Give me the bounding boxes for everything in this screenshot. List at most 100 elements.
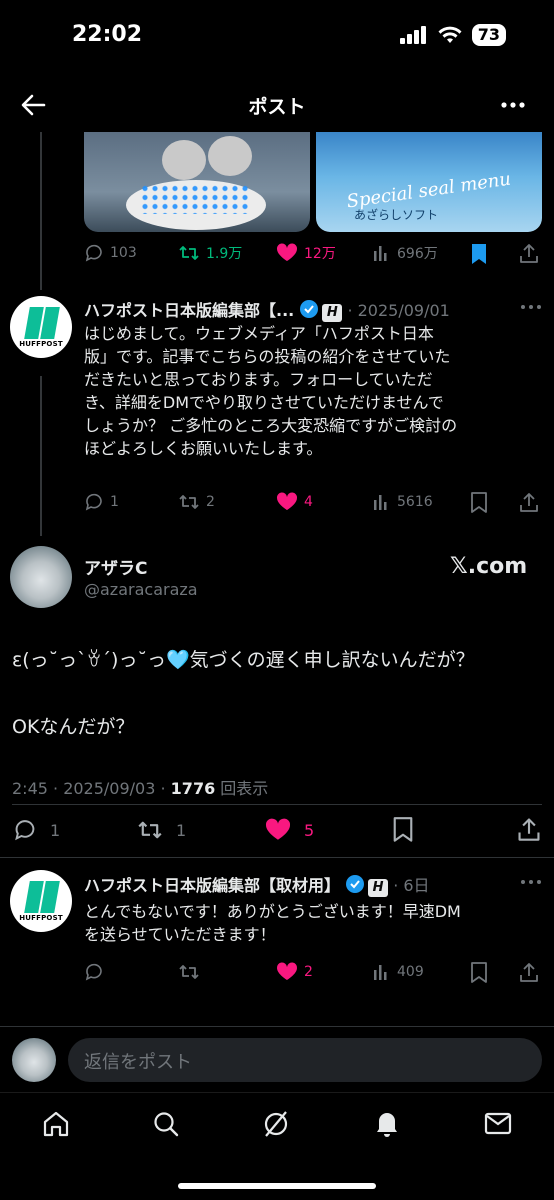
repost-icon — [179, 246, 199, 260]
like-button[interactable]: 2 — [276, 962, 313, 982]
verified-badge-icon — [346, 875, 365, 893]
reply-count: 103 — [110, 245, 137, 261]
tweet-text: はじめまして。ウェブメディア「ハフポスト日本 版」です。記事でこちらの投稿の紹介… — [84, 322, 544, 460]
tweet-header: ハフポスト日本版編集部【取材用】 H · 6日 — [84, 872, 514, 897]
verified-badge-icon — [300, 300, 319, 318]
heart-filled-icon — [276, 243, 298, 261]
avatar[interactable]: HUFFPOST — [10, 296, 72, 358]
home-indicator — [178, 1183, 376, 1189]
search-icon[interactable] — [152, 1110, 180, 1138]
author-name[interactable]: ハフポスト日本版編集部【... — [84, 301, 294, 320]
view-count: 409 — [397, 964, 424, 980]
like-count: 12万 — [304, 246, 336, 262]
home-icon[interactable] — [42, 1110, 70, 1138]
views-button[interactable]: 5616 — [373, 492, 433, 512]
menu-item-name: あざらしソフト — [354, 208, 439, 222]
like-button[interactable]: 5 — [264, 818, 314, 842]
views-button[interactable]: 696万 — [373, 243, 438, 263]
reply-icon — [15, 820, 35, 841]
bookmark-filled-icon[interactable] — [470, 243, 488, 265]
more-options-icon[interactable] — [500, 92, 526, 118]
reply-button[interactable] — [84, 962, 110, 982]
views-button[interactable]: 409 — [373, 962, 424, 982]
author-name[interactable]: アザラC — [84, 554, 147, 579]
reply-count: 1 — [50, 820, 61, 840]
reply-button[interactable]: 103 — [84, 243, 137, 263]
notifications-icon[interactable] — [372, 1108, 402, 1138]
post-image-menu[interactable]: Special seal menu あざらしソフト — [316, 132, 542, 232]
views-label: 回表示 — [215, 779, 269, 798]
bookmark-icon[interactable] — [470, 962, 488, 984]
reply-button[interactable]: 1 — [12, 818, 60, 842]
page-title: ポスト — [248, 96, 306, 118]
author-handle[interactable]: @azaracaraza — [84, 580, 198, 599]
share-icon[interactable] — [519, 491, 539, 513]
post-metadata: 2:45 · 2025/09/03 · 1776 回表示 — [12, 775, 268, 799]
text-line: を送らせていただきます！ — [84, 925, 276, 944]
avatar[interactable]: HUFFPOST — [10, 870, 72, 932]
tweet-text: ε(っ˘っ`ꈊ´)っ˘っ🩵気づくの遅く申し訳ないんだが？ — [12, 649, 475, 671]
heart-filled-icon — [276, 492, 298, 510]
grok-icon[interactable] — [262, 1110, 290, 1138]
repost-icon — [138, 821, 162, 839]
bookmark-icon[interactable] — [392, 817, 414, 843]
share-icon[interactable] — [519, 242, 539, 264]
reply-icon — [85, 963, 102, 981]
divider — [12, 804, 542, 805]
repost-count: 1.9万 — [206, 246, 243, 262]
reply-icon — [85, 493, 102, 511]
tweet-header: ハフポスト日本版編集部【... H · 2025/09/01 — [84, 297, 524, 322]
post-date: · 6日 — [393, 876, 430, 895]
post-image-parfait[interactable] — [84, 132, 310, 232]
reply-button[interactable]: 1 — [84, 492, 119, 512]
share-icon[interactable] — [519, 961, 539, 983]
view-count: 5616 — [397, 494, 433, 510]
post-date: · 2025/09/01 — [347, 301, 450, 320]
thread-line — [40, 376, 42, 536]
source-label: 𝕏.com — [450, 554, 528, 579]
thread-line — [40, 132, 42, 290]
repost-button[interactable] — [178, 962, 206, 982]
heart-filled-icon — [276, 962, 298, 980]
like-count: 2 — [304, 964, 313, 980]
view-count: 696万 — [397, 246, 438, 262]
text-line: だきたいと思っております。フォローしていただ — [84, 370, 433, 389]
repost-button[interactable]: 1 — [136, 818, 186, 842]
more-options-icon[interactable] — [520, 304, 542, 310]
text-line: 版」です。記事でこちらの投稿の紹介をさせていた — [84, 347, 451, 366]
like-count: 5 — [304, 820, 315, 840]
divider — [0, 1026, 554, 1027]
avatar[interactable] — [10, 546, 72, 608]
battery-indicator: 73 — [471, 24, 506, 46]
repost-button[interactable]: 2 — [178, 492, 215, 512]
signal-icon — [399, 26, 426, 44]
like-count: 4 — [304, 494, 313, 510]
affiliate-badge: H — [322, 304, 343, 322]
text-line: はじめまして。ウェブメディア「ハフポスト日本 — [84, 324, 434, 343]
text-line: き、詳細をDMでやり取りさせていただけませんで — [84, 393, 444, 412]
avatar-logo-text: HUFFPOST — [19, 914, 63, 922]
repost-count: 1 — [176, 820, 187, 840]
text-line: とんでもないです！ありがとうございます！早速DM — [84, 902, 461, 921]
repost-icon — [179, 495, 199, 509]
messages-icon[interactable] — [484, 1112, 512, 1136]
reply-input[interactable]: 返信をポスト — [68, 1038, 542, 1082]
repost-count: 2 — [206, 494, 215, 510]
avatar-logo-text: HUFFPOST — [19, 340, 63, 348]
share-icon[interactable] — [517, 816, 541, 842]
post-time-date: 2:45 · 2025/09/03 · — [12, 779, 171, 798]
heart-filled-icon — [265, 818, 291, 840]
like-button[interactable]: 4 — [276, 492, 313, 512]
reply-icon — [85, 244, 102, 262]
views-icon — [374, 495, 387, 510]
repost-button[interactable]: 1.9万 — [178, 243, 242, 263]
bookmark-icon[interactable] — [470, 492, 488, 514]
views-icon — [374, 246, 387, 261]
divider — [0, 857, 554, 858]
views-icon — [374, 965, 387, 980]
author-name[interactable]: ハフポスト日本版編集部【取材用】 — [84, 876, 340, 895]
like-button[interactable]: 12万 — [276, 243, 336, 263]
tweet-text: OKなんだが？ — [12, 716, 135, 738]
wifi-icon — [438, 26, 462, 43]
more-options-icon[interactable] — [520, 879, 542, 885]
